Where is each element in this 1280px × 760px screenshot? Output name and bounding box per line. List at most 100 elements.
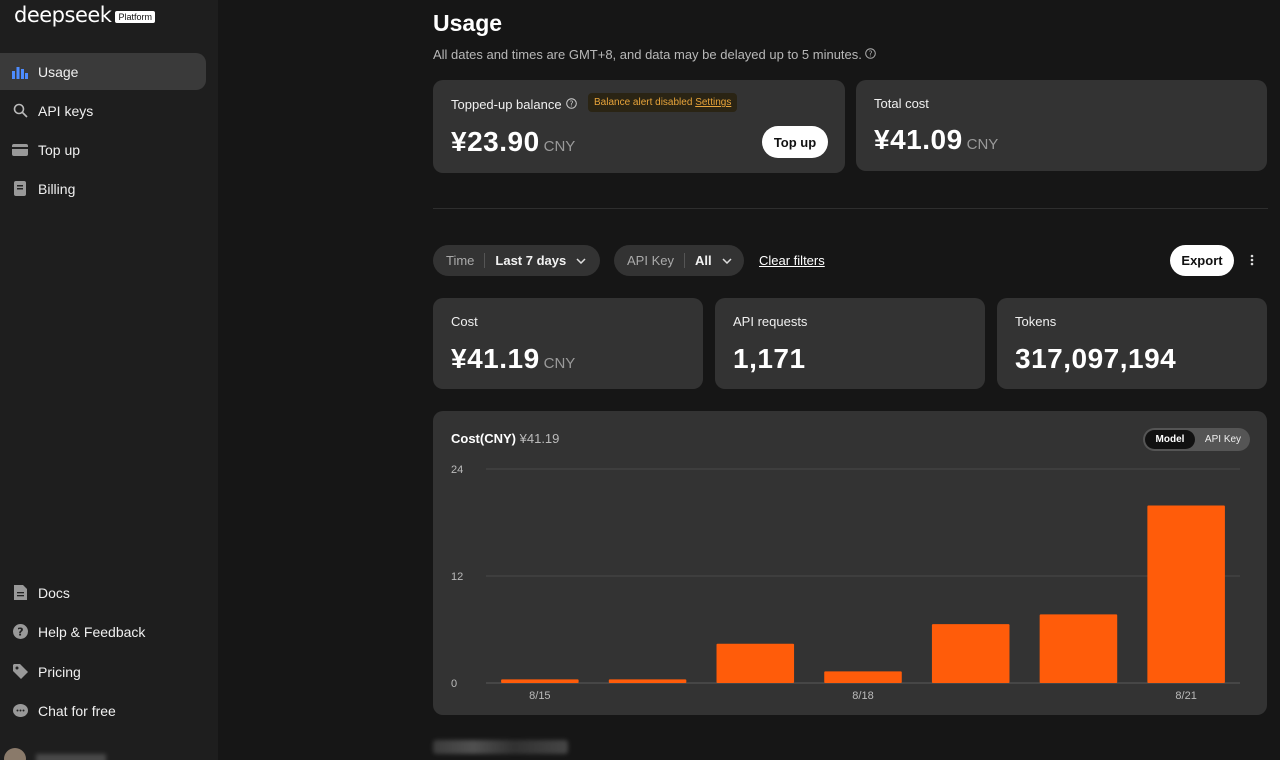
y-tick-label: 24 — [451, 464, 463, 476]
balance-unit: CNY — [543, 138, 576, 155]
card-icon — [11, 141, 29, 159]
logo-text: deepseek — [14, 3, 112, 27]
chevron-down-icon — [722, 257, 732, 264]
sidebar: deepseek Platform Usage API keys Top up … — [0, 0, 218, 760]
tag-icon — [11, 663, 29, 681]
cost-stat-label: Cost — [451, 314, 478, 329]
bar — [1039, 614, 1118, 683]
svg-text:?: ? — [17, 626, 23, 639]
cost-stat-card: Cost ¥41.19 CNY — [433, 298, 703, 389]
api-key-filter-key: API Key — [627, 253, 674, 268]
chevron-down-icon — [576, 257, 586, 264]
x-tick-label: 8/21 — [1175, 690, 1196, 702]
tokens-stat-label: Tokens — [1015, 314, 1057, 329]
group-by-toggle: Model API Key — [1143, 428, 1250, 451]
bar-chart-icon — [11, 63, 29, 81]
sidebar-item-docs[interactable]: Docs — [0, 574, 206, 611]
toggle-api-key[interactable]: API Key — [1199, 430, 1247, 449]
sidebar-item-label: Docs — [38, 584, 70, 601]
chart-title: Cost(CNY) ¥41.19 — [451, 431, 559, 446]
y-tick-label: 0 — [451, 678, 457, 690]
cost-bar-chart: 0 12 24 8/15 8/18 8/21 — [451, 464, 1240, 702]
x-tick-label: 8/18 — [852, 690, 873, 702]
sidebar-item-top-up[interactable]: Top up — [0, 131, 206, 168]
page-title: Usage — [433, 10, 503, 36]
sidebar-item-label: Pricing — [38, 663, 81, 680]
balance-value: ¥23.90 CNY — [451, 126, 575, 158]
platform-badge: Platform — [115, 11, 155, 23]
requests-stat-label: API requests — [733, 314, 808, 329]
balance-amount: ¥23.90 — [451, 126, 540, 157]
sidebar-item-label: Help & Feedback — [38, 623, 146, 640]
cost-stat-amount: ¥41.19 — [451, 343, 540, 374]
sidebar-item-api-keys[interactable]: API keys — [0, 92, 206, 129]
balance-label: Topped-up balance ? — [451, 97, 577, 112]
sidebar-item-usage[interactable]: Usage — [0, 53, 206, 90]
redacted-content — [433, 740, 568, 754]
balance-label-text: Topped-up balance — [451, 97, 562, 112]
toggle-model[interactable]: Model — [1145, 430, 1195, 449]
total-cost-unit: CNY — [966, 136, 999, 153]
receipt-icon — [11, 180, 29, 198]
bar — [716, 643, 795, 683]
page-subtitle: All dates and times are GMT+8, and data … — [433, 47, 876, 62]
total-cost-label: Total cost — [874, 96, 929, 111]
sidebar-item-chat[interactable]: Chat for free — [0, 692, 206, 729]
sidebar-item-billing[interactable]: Billing — [0, 170, 206, 207]
sidebar-item-pricing[interactable]: Pricing — [0, 653, 206, 690]
time-filter-key: Time — [446, 253, 475, 268]
chart-title-text: Cost(CNY) — [451, 431, 516, 446]
requests-stat-value: 1,171 — [733, 343, 806, 374]
chat-icon — [11, 702, 29, 720]
api-key-filter-value: All — [694, 253, 712, 268]
deepseek-logo[interactable]: deepseek Platform — [14, 3, 155, 27]
subtitle-text: All dates and times are GMT+8, and data … — [433, 47, 862, 62]
search-icon — [11, 102, 29, 120]
total-cost-card: Total cost ¥41.09 CNY — [856, 80, 1267, 171]
bar — [931, 624, 1010, 683]
bar — [1147, 505, 1225, 683]
sidebar-item-label: API keys — [38, 102, 94, 119]
total-cost-value: ¥41.09 CNY — [874, 124, 998, 156]
y-tick-label: 12 — [451, 571, 463, 583]
cost-chart-card: 0 12 24 8/15 8/18 8/21 Cost(CNY) ¥41.19 Model… — [433, 411, 1267, 715]
export-button[interactable]: Export — [1170, 245, 1234, 276]
divider — [433, 208, 1268, 209]
svg-text:?: ? — [569, 99, 573, 108]
sidebar-item-help[interactable]: ? Help & Feedback — [0, 613, 206, 650]
alert-settings-link[interactable]: Settings — [695, 97, 731, 108]
top-up-button[interactable]: Top up — [762, 126, 828, 158]
bar — [608, 679, 687, 683]
tokens-stat-value: 317,097,194 — [1015, 343, 1177, 374]
bar — [501, 679, 579, 683]
clear-filters-link[interactable]: Clear filters — [759, 253, 825, 268]
x-tick-label: 8/15 — [529, 690, 550, 702]
document-icon — [11, 584, 29, 602]
filter-separator — [484, 253, 486, 268]
cost-stat-value: ¥41.19 CNY — [451, 343, 575, 375]
time-filter[interactable]: Time Last 7 days — [433, 245, 600, 276]
chart-total: ¥41.19 — [519, 431, 560, 446]
sidebar-item-label: Billing — [38, 180, 76, 197]
avatar[interactable] — [4, 748, 26, 760]
balance-card: Topped-up balance ? Balance alert disabl… — [433, 80, 845, 173]
svg-text:?: ? — [868, 49, 872, 58]
filter-separator — [683, 253, 685, 268]
time-filter-value: Last 7 days — [495, 253, 567, 268]
requests-stat-card: API requests 1,171 — [715, 298, 985, 389]
api-key-filter[interactable]: API Key All — [614, 245, 744, 276]
more-options-icon[interactable] — [1244, 250, 1260, 270]
sidebar-item-label: Usage — [38, 63, 79, 80]
total-cost-amount: ¥41.09 — [874, 124, 963, 155]
help-icon[interactable]: ? — [565, 97, 577, 112]
balance-alert-badge: Balance alert disabled Settings — [588, 93, 738, 112]
info-icon[interactable]: ? — [865, 47, 876, 62]
sidebar-item-label: Top up — [38, 141, 81, 158]
cost-stat-unit: CNY — [543, 355, 576, 372]
bar — [824, 671, 902, 683]
sidebar-item-label: Chat for free — [38, 702, 116, 719]
question-icon: ? — [11, 623, 29, 641]
alert-text: Balance alert disabled — [594, 97, 693, 108]
user-name-redacted — [36, 754, 106, 760]
tokens-stat-card: Tokens 317,097,194 — [997, 298, 1267, 389]
